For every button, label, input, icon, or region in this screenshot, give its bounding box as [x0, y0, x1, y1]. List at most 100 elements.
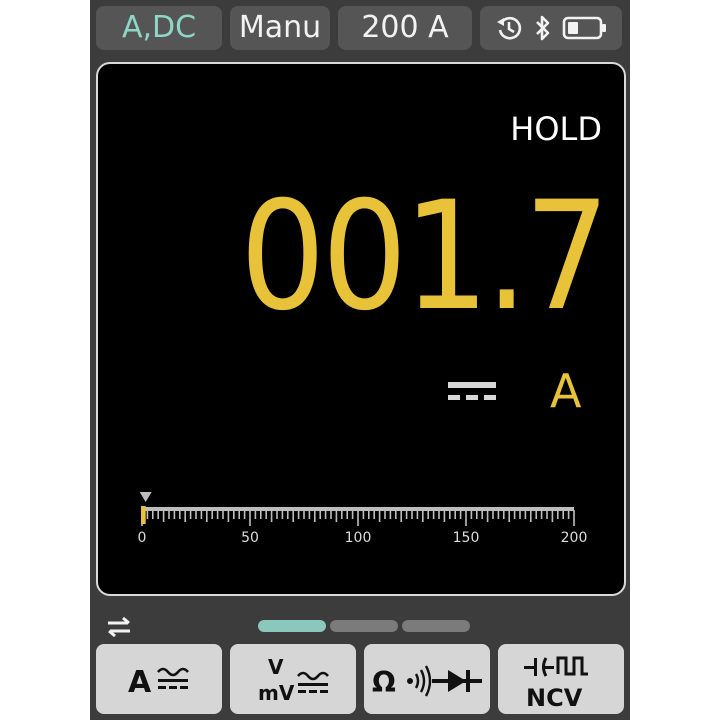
scale-tick — [287, 510, 289, 519]
scale-tick — [422, 510, 424, 522]
scale-tick — [400, 510, 402, 522]
scale-tick — [459, 510, 462, 519]
ncv-label: NCV — [526, 684, 583, 712]
scale-tick — [189, 510, 192, 519]
ac-dc-icon — [157, 667, 189, 689]
auto-power-off-timer-icon — [497, 16, 522, 40]
dc-symbol-icon — [448, 382, 496, 402]
scale-tick — [260, 510, 262, 519]
scale-tick — [357, 510, 359, 526]
scale-pointer — [139, 492, 152, 502]
scale-tick — [405, 510, 408, 519]
scale-tick — [184, 510, 186, 522]
mode-indicator[interactable]: A,DC — [96, 6, 222, 50]
scale-tick — [297, 510, 300, 519]
range-indicator[interactable]: 200 A — [338, 6, 472, 50]
scale-tick — [395, 510, 397, 519]
page-indicator-1 — [258, 620, 326, 632]
scale-tick — [211, 510, 213, 519]
scale-tick — [557, 510, 559, 519]
scale-tick — [227, 510, 230, 522]
measurement-display: HOLD 001.7 A 0 50 100 150 200 — [96, 62, 626, 596]
unit-label: A — [550, 364, 582, 418]
voltage-ac-dc-button[interactable]: V mV — [230, 644, 356, 714]
scale-tick-label: 0 — [137, 530, 147, 546]
scale-tick — [508, 510, 510, 522]
scale-tick — [346, 510, 348, 519]
analog-bar-scale: 0 50 100 150 200 — [134, 480, 587, 550]
voltage-label: V — [268, 655, 284, 679]
scale-tick — [497, 510, 500, 519]
scale-tick — [530, 510, 532, 522]
scale-tick — [216, 510, 219, 519]
page-indicator-2 — [330, 620, 398, 632]
current-label: A — [128, 665, 152, 700]
current-ac-dc-button[interactable]: A — [96, 644, 222, 714]
scale-tick-label: 150 — [452, 530, 480, 546]
status-icons — [480, 6, 622, 50]
range-mode-indicator[interactable]: Manu — [230, 6, 330, 50]
millivolt-label: mV — [258, 681, 295, 705]
scale-tick — [486, 510, 489, 522]
resistance-continuity-diode-button[interactable]: Ω — [364, 644, 490, 714]
scale-tick — [465, 510, 467, 526]
hold-indicator: HOLD — [510, 110, 602, 148]
scale-tick — [411, 510, 413, 519]
scale-tick — [427, 510, 429, 519]
page-indicator-3 — [402, 620, 470, 632]
scale-tick — [281, 510, 284, 519]
scale-value-bar — [141, 506, 146, 524]
status-bar: A,DC Manu 200 A — [90, 0, 630, 56]
scale-tick — [443, 510, 446, 522]
scale-tick — [546, 510, 548, 519]
continuity-icon — [407, 665, 432, 697]
swap-icon[interactable] — [104, 612, 134, 642]
scale-tick — [330, 510, 332, 519]
function-panel: A V mV Ω NCV — [90, 604, 630, 720]
scale-tick — [454, 510, 456, 519]
scale-tick — [519, 510, 521, 519]
scale-tick — [206, 510, 208, 522]
scale-tick — [319, 510, 321, 519]
scale-tick — [389, 510, 392, 519]
scale-tick — [481, 510, 483, 519]
square-wave-icon — [556, 656, 588, 676]
scale-tick — [335, 510, 338, 522]
scale-tick — [438, 510, 440, 519]
scale-tick — [270, 510, 273, 522]
scale-tick — [314, 510, 316, 522]
scale-tick — [341, 510, 343, 519]
scale-tick — [476, 510, 478, 519]
capacitance-frequency-ncv-button[interactable]: NCV — [498, 644, 624, 714]
scale-tick — [384, 510, 386, 519]
scale-tick — [152, 510, 154, 519]
scale-tick — [162, 510, 165, 522]
scale-tick — [292, 510, 294, 522]
scale-tick — [249, 510, 251, 526]
scale-tick — [492, 510, 494, 519]
scale-tick — [265, 510, 267, 519]
scale-tick — [222, 510, 224, 519]
scale-tick — [168, 510, 170, 519]
scale-tick-label: 100 — [344, 530, 372, 546]
battery-icon — [562, 16, 606, 40]
scale-tick — [179, 510, 181, 519]
scale-tick — [308, 510, 311, 519]
scale-tick — [373, 510, 375, 519]
scale-tick — [573, 510, 575, 526]
scale-tick — [432, 510, 435, 519]
scale-tick — [351, 510, 354, 519]
scale-tick-label: 50 — [241, 530, 259, 546]
diode-icon — [432, 670, 482, 692]
scale-tick — [173, 510, 176, 519]
scale-tick — [540, 510, 543, 519]
scale-tick — [562, 510, 564, 519]
scale-tick — [416, 510, 419, 519]
scale-tick — [233, 510, 235, 519]
scale-tick — [551, 510, 554, 522]
scale-tick — [146, 510, 149, 519]
scale-ticks — [139, 492, 575, 526]
scale-tick — [513, 510, 516, 519]
scale-tick — [449, 510, 451, 519]
multimeter-app: A,DC Manu 200 A HOLD 001.7 A 0 50 100 15… — [90, 0, 630, 720]
